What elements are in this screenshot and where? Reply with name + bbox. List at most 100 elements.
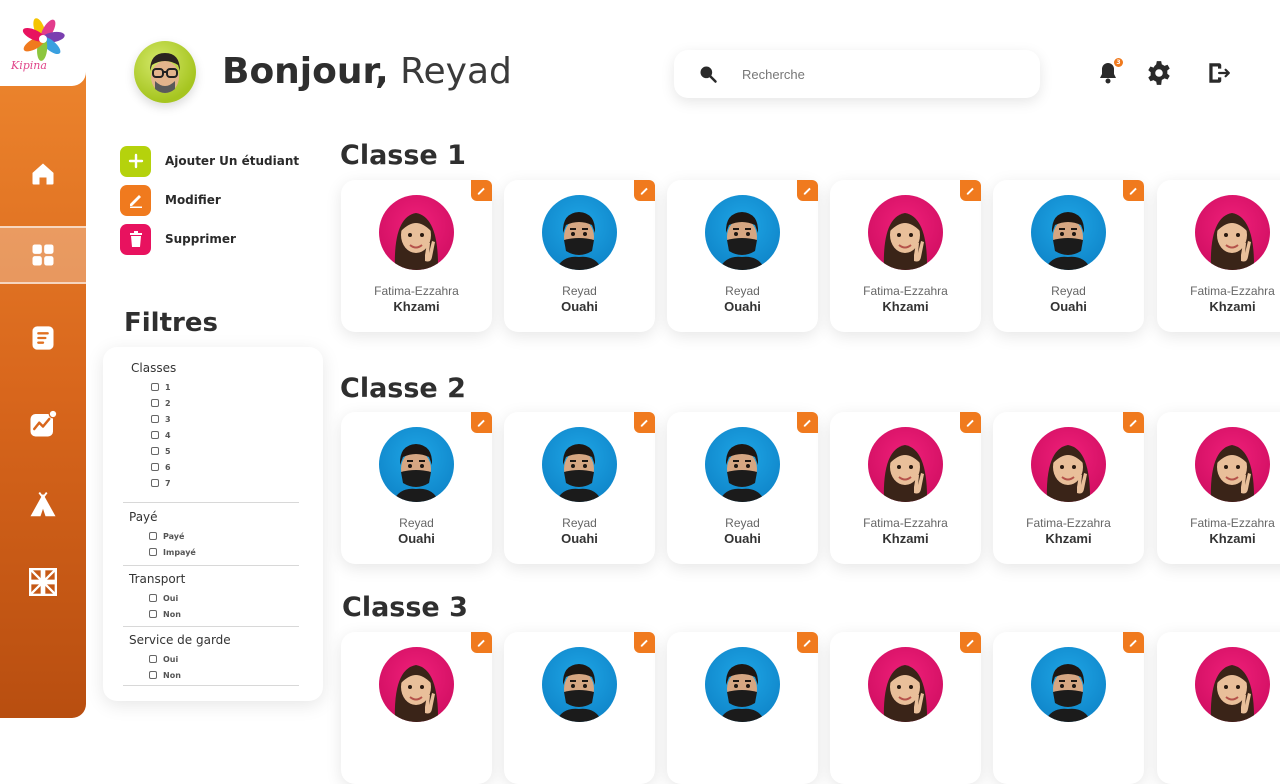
pencil-icon [477, 639, 485, 647]
filter-option[interactable]: Oui [129, 651, 299, 667]
edit-label: Modifier [165, 193, 221, 207]
logout-icon [1209, 63, 1230, 83]
edit-student-button[interactable] [797, 412, 818, 433]
pencil-icon [477, 187, 485, 195]
filter-option[interactable]: Non [129, 667, 299, 683]
filter-option[interactable]: Oui [129, 590, 299, 606]
checkbox[interactable] [151, 399, 159, 407]
student-card[interactable]: Fatima-Ezzahra Khzami [830, 412, 981, 564]
add-student-button[interactable]: Ajouter Un étudiant [120, 145, 299, 177]
pencil-icon [1129, 639, 1137, 647]
pencil-icon [640, 419, 648, 427]
student-card[interactable] [341, 632, 492, 784]
filter-group-transport: Transport Oui Non [123, 572, 299, 627]
student-avatar [1031, 427, 1106, 502]
checkbox[interactable] [151, 479, 159, 487]
notifications-button[interactable]: 3 [1095, 58, 1123, 86]
edit-student-button[interactable] [797, 632, 818, 653]
filter-option[interactable]: 1 [131, 379, 299, 395]
search-bar[interactable] [674, 50, 1040, 98]
user-avatar[interactable] [134, 41, 196, 103]
boy-memoji-icon [1045, 664, 1091, 722]
notification-badge: 3 [1114, 58, 1123, 67]
edit-student-button[interactable] [960, 632, 981, 653]
student-last-name: Ouahi [724, 531, 761, 546]
search-input[interactable] [742, 66, 992, 82]
edit-student-button[interactable] [960, 412, 981, 433]
student-card[interactable]: Fatima-Ezzahra Khzami [1157, 180, 1280, 332]
student-first-name: Reyad [562, 284, 597, 298]
student-first-name: Fatima-Ezzahra [863, 516, 948, 530]
student-last-name: Ouahi [1050, 299, 1087, 314]
student-card[interactable]: Fatima-Ezzahra Khzami [1157, 412, 1280, 564]
boy-memoji-icon [393, 444, 439, 502]
filter-option[interactable]: Non [129, 606, 299, 622]
checkbox[interactable] [149, 594, 157, 602]
nav-language[interactable] [0, 553, 86, 611]
brand-logo[interactable]: Kipina [0, 0, 86, 86]
filter-option[interactable]: 4 [131, 427, 299, 443]
boy-memoji-icon [1045, 212, 1091, 270]
nav-dashboard[interactable] [0, 226, 86, 284]
student-card[interactable] [504, 632, 655, 784]
nav-stats[interactable] [0, 395, 86, 453]
edit-student-button[interactable] [1123, 412, 1144, 433]
checkbox[interactable] [149, 610, 157, 618]
student-avatar [1195, 195, 1270, 270]
filter-option[interactable]: Payé [129, 528, 299, 544]
student-card[interactable]: Reyad Ouahi [667, 412, 818, 564]
edit-student-button[interactable] [634, 180, 655, 201]
student-card[interactable]: Reyad Ouahi [667, 180, 818, 332]
student-card[interactable] [1157, 632, 1280, 784]
student-last-name: Khzami [882, 531, 929, 546]
edit-student-button[interactable] [634, 412, 655, 433]
filter-option-label: 4 [165, 430, 171, 440]
delete-button[interactable]: Supprimer [120, 223, 299, 255]
student-last-name: Ouahi [398, 531, 435, 546]
filter-option[interactable]: 3 [131, 411, 299, 427]
checkbox[interactable] [151, 463, 159, 471]
student-actions: Ajouter Un étudiant Modifier Supprimer [120, 145, 299, 262]
filter-option[interactable]: 7 [131, 475, 299, 491]
nav-camp[interactable] [0, 476, 86, 534]
edit-student-button[interactable] [471, 412, 492, 433]
checkbox[interactable] [149, 671, 157, 679]
nav-home[interactable] [0, 145, 86, 203]
checkbox[interactable] [151, 431, 159, 439]
student-card[interactable]: Reyad Ouahi [341, 412, 492, 564]
edit-student-button[interactable] [634, 632, 655, 653]
checkbox[interactable] [151, 383, 159, 391]
edit-student-button[interactable] [797, 180, 818, 201]
student-card[interactable] [993, 632, 1144, 784]
filter-option-label: 2 [165, 398, 171, 408]
settings-button[interactable] [1146, 60, 1172, 86]
pencil-icon [1129, 419, 1137, 427]
student-last-name: Ouahi [561, 299, 598, 314]
edit-student-button[interactable] [471, 632, 492, 653]
student-card[interactable]: Reyad Ouahi [993, 180, 1144, 332]
edit-student-button[interactable] [1123, 180, 1144, 201]
student-card[interactable]: Reyad Ouahi [504, 412, 655, 564]
student-card[interactable]: Fatima-Ezzahra Khzami [993, 412, 1144, 564]
student-card[interactable]: Fatima-Ezzahra Khzami [341, 180, 492, 332]
edit-student-button[interactable] [960, 180, 981, 201]
filter-option[interactable]: 5 [131, 443, 299, 459]
filter-option[interactable]: Impayé [129, 544, 299, 560]
student-card[interactable] [830, 632, 981, 784]
checkbox[interactable] [149, 548, 157, 556]
checkbox[interactable] [151, 447, 159, 455]
checkbox[interactable] [149, 532, 157, 540]
nav-notes[interactable] [0, 309, 86, 367]
student-card[interactable] [667, 632, 818, 784]
checkbox[interactable] [151, 415, 159, 423]
edit-student-button[interactable] [471, 180, 492, 201]
filter-option[interactable]: 2 [131, 395, 299, 411]
logout-button[interactable] [1205, 60, 1231, 86]
filter-option[interactable]: 6 [131, 459, 299, 475]
student-card[interactable]: Fatima-Ezzahra Khzami [830, 180, 981, 332]
student-card[interactable]: Reyad Ouahi [504, 180, 655, 332]
edit-student-button[interactable] [1123, 632, 1144, 653]
checkbox[interactable] [149, 655, 157, 663]
filter-option-label: 5 [165, 446, 171, 456]
edit-button[interactable]: Modifier [120, 184, 299, 216]
